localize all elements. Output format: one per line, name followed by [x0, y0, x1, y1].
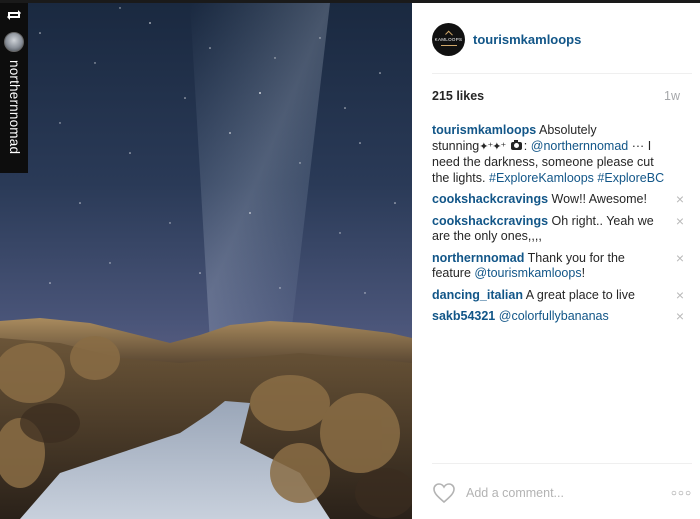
comment-mention[interactable]: @tourismkamloops — [474, 266, 581, 280]
comment: sakb54321 @colorfullybananas × — [432, 309, 686, 325]
comment-text: A great place to live — [525, 287, 635, 302]
post-header: KAMLOOPS tourismkamloops — [432, 21, 692, 57]
repost-username: northernnomad — [7, 60, 22, 155]
comment-text-end: ! — [581, 266, 586, 280]
caption-dots: ··· — [631, 138, 645, 153]
delete-comment-icon[interactable]: × — [674, 192, 686, 206]
logo-underline — [440, 44, 457, 46]
comment-username[interactable]: cookshackcravings — [432, 192, 548, 206]
delete-comment-icon[interactable]: × — [674, 288, 686, 302]
account-avatar[interactable]: KAMLOOPS — [432, 22, 465, 56]
delete-comment-icon[interactable]: × — [674, 214, 686, 228]
hashtag[interactable]: #ExploreBC — [597, 171, 664, 185]
account-username[interactable]: tourismkamloops — [473, 32, 581, 47]
caption: tourismkamloops Absolutely stunning✦⁺✦⁺ … — [432, 123, 686, 186]
comment-username[interactable]: sakb54321 — [432, 309, 495, 323]
sparkles-emoji: ✦⁺✦⁺ — [479, 140, 506, 153]
likes-count[interactable]: 215 likes — [432, 89, 484, 103]
delete-comment-icon[interactable]: × — [674, 309, 686, 323]
repost-strip: northernnomad — [0, 3, 28, 173]
repost-icon — [7, 10, 21, 20]
footer-divider — [432, 463, 692, 464]
comment-mention[interactable]: @colorfullybananas — [499, 309, 609, 323]
comment-username[interactable]: dancing_italian — [432, 288, 523, 302]
post-sidebar: KAMLOOPS tourismkamloops 215 likes 1w to… — [412, 3, 700, 519]
delete-comment-icon[interactable]: × — [674, 251, 686, 265]
comments-list: tourismkamloops Absolutely stunning✦⁺✦⁺ … — [432, 123, 686, 331]
comment-text: Wow!! Awesome! — [551, 192, 647, 206]
comment: cookshackcravings Wow!! Awesome! × — [432, 192, 686, 208]
hashtag[interactable]: #ExploreKamloops — [489, 171, 594, 185]
comment-username[interactable]: cookshackcravings — [432, 214, 548, 228]
more-options-icon[interactable]: ○○○ — [671, 488, 692, 499]
comment-username[interactable]: northernnomad — [432, 251, 524, 265]
instagram-post: northernnomad KAMLOOPS tourismkamloops 2… — [0, 0, 700, 519]
post-photo[interactable]: northernnomad — [0, 3, 412, 519]
header-divider — [432, 73, 692, 74]
post-footer: ○○○ — [432, 481, 692, 505]
add-comment-input[interactable] — [466, 486, 646, 500]
avatar-logo-text: KAMLOOPS — [434, 37, 463, 43]
post-time[interactable]: 1w — [664, 89, 680, 103]
caption-username[interactable]: tourismkamloops — [432, 123, 536, 137]
night-sky-landscape-image — [0, 3, 412, 519]
likes-row: 215 likes 1w — [432, 89, 680, 103]
camera-icon — [510, 139, 522, 150]
comment: cookshackcravings Oh right.. Yeah we are… — [432, 214, 686, 245]
caption-mention[interactable]: @northernnomad — [531, 139, 628, 153]
comment: dancing_italian A great place to live × — [432, 288, 686, 304]
comment: northernnomad Thank you for the feature … — [432, 251, 686, 282]
caption-colon: : — [523, 138, 528, 153]
repost-avatar — [4, 32, 24, 52]
heart-icon[interactable] — [432, 482, 456, 504]
